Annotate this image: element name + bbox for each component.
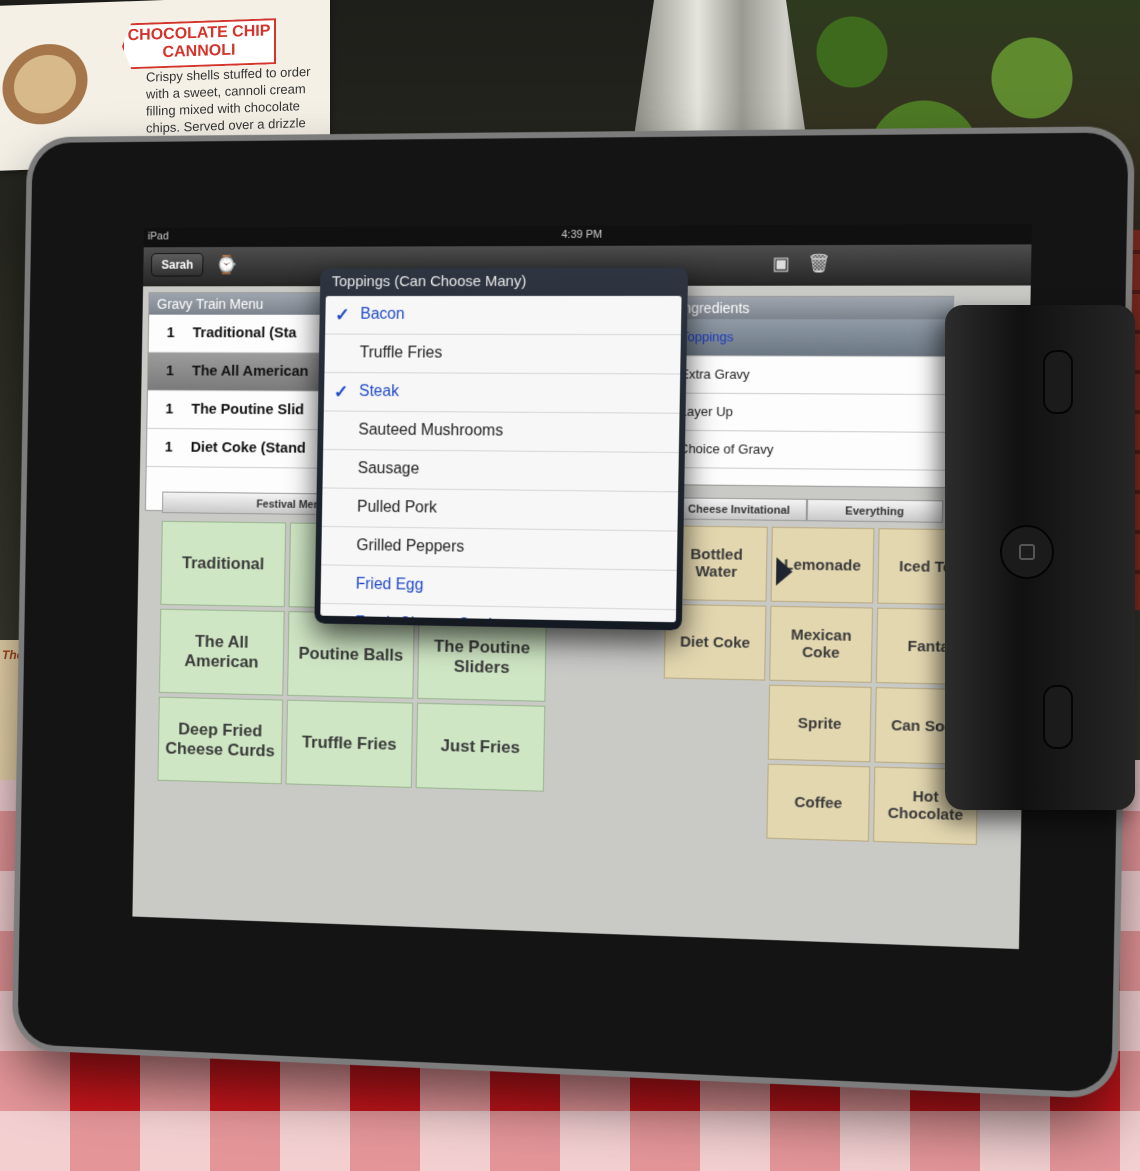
- trash-icon[interactable]: 🗑: [807, 253, 831, 274]
- topping-option[interactable]: Fried Egg: [321, 565, 677, 610]
- reader-button-bottom[interactable]: [1043, 685, 1073, 749]
- ingredient-item[interactable]: Choice of Gravy: [668, 431, 950, 471]
- topping-option[interactable]: ✓ Bacon: [325, 296, 681, 335]
- order-item-name: The Poutine Slid: [191, 401, 304, 418]
- order-item-name: Diet Coke (Stand: [191, 439, 306, 457]
- order-qty: 1: [148, 353, 192, 390]
- topping-option[interactable]: Grilled Peppers: [321, 527, 677, 571]
- right-menu-tabs: Cheese Invitational Everything: [672, 497, 944, 523]
- drink-tile[interactable]: Mexican Coke: [769, 606, 873, 683]
- topping-option[interactable]: Sausage: [322, 450, 678, 492]
- order-qty: 1: [147, 429, 191, 467]
- topping-label: Sausage: [358, 460, 420, 477]
- topping-label: Steak: [359, 383, 399, 400]
- clock: 4:39 PM: [561, 229, 602, 241]
- pos-screen: iPad 4:39 PM Sarah ⌚ ▣ 🗑 Gravy Train Men…: [132, 224, 1031, 949]
- topping-option[interactable]: Sauteed Mushrooms: [323, 411, 679, 453]
- ingredient-item[interactable]: Toppings: [670, 319, 952, 357]
- tab-everything[interactable]: Everything: [806, 499, 943, 523]
- card-title: CHOCOLATE CHIP CANNOLI: [122, 18, 276, 69]
- topping-label: Sauteed Mushrooms: [358, 422, 503, 440]
- ingredients-pane: Ingredients Toppings Extra Gravy Layer Up C…: [667, 296, 954, 488]
- topping-option[interactable]: Pulled Pork: [322, 488, 678, 531]
- ingredient-item[interactable]: Extra Gravy: [670, 356, 952, 395]
- ingredients-list: Toppings Extra Gravy Layer Up Choice of Gra…: [668, 319, 952, 471]
- checkmark-icon: ✓: [335, 296, 350, 334]
- tab-cheese-invitational[interactable]: Cheese Invitational: [672, 497, 807, 521]
- device-label: iPad: [148, 231, 169, 243]
- card-reader: [945, 305, 1135, 810]
- drink-tile[interactable]: Sprite: [768, 685, 872, 763]
- order-qty: 1: [149, 315, 193, 352]
- inbox-icon[interactable]: ▣: [772, 253, 790, 274]
- popover-arrow: [776, 557, 793, 586]
- topping-label: Pulled Pork: [357, 499, 437, 517]
- watch-icon[interactable]: ⌚: [216, 255, 238, 276]
- food-tile[interactable]: Truffle Fries: [286, 700, 414, 788]
- food-tile[interactable]: Just Fries: [416, 703, 546, 792]
- status-bar: iPad 4:39 PM: [144, 224, 1032, 247]
- user-button[interactable]: Sarah: [151, 253, 204, 277]
- order-qty: 1: [147, 391, 191, 428]
- ingredient-item[interactable]: Layer Up: [669, 394, 951, 433]
- toppings-popover: Toppings (Can Choose Many) ✓ Bacon Truffle…: [314, 268, 688, 631]
- topping-label: Grilled Peppers: [356, 537, 464, 555]
- cannoli-photo: [0, 15, 116, 154]
- drink-tile[interactable]: Coffee: [766, 764, 870, 842]
- topping-label: Fried Egg: [356, 576, 424, 594]
- toppings-list: ✓ Bacon Truffle Fries ✓ Steak Sauteed Mushroo…: [320, 296, 681, 622]
- reader-button-top[interactable]: [1043, 350, 1073, 414]
- checkmark-icon: ✓: [334, 373, 349, 411]
- ingredients-title: Ingredients: [671, 297, 953, 320]
- order-item-name: Traditional (Sta: [192, 324, 296, 341]
- photo-scene: CHOCOLATE CHIP CANNOLI Crispy shells stu…: [0, 0, 1140, 1171]
- topping-option[interactable]: ✓ Steak: [324, 373, 680, 414]
- topping-label: Bacon: [360, 306, 405, 323]
- food-tile[interactable]: Deep Fried Cheese Curds: [157, 697, 283, 785]
- topping-label: Truffle Fries: [360, 344, 443, 361]
- order-item-name: The All American: [192, 363, 309, 380]
- topping-label: Fresh Cheese Curds: [355, 614, 500, 622]
- checkmark-icon: ✓: [330, 604, 345, 622]
- popover-title: Toppings (Can Choose Many): [320, 268, 688, 296]
- topping-option[interactable]: Truffle Fries: [324, 335, 680, 375]
- reader-home-button[interactable]: [1000, 525, 1054, 579]
- food-tile[interactable]: The All American: [159, 609, 285, 696]
- food-tile[interactable]: Traditional: [160, 521, 286, 607]
